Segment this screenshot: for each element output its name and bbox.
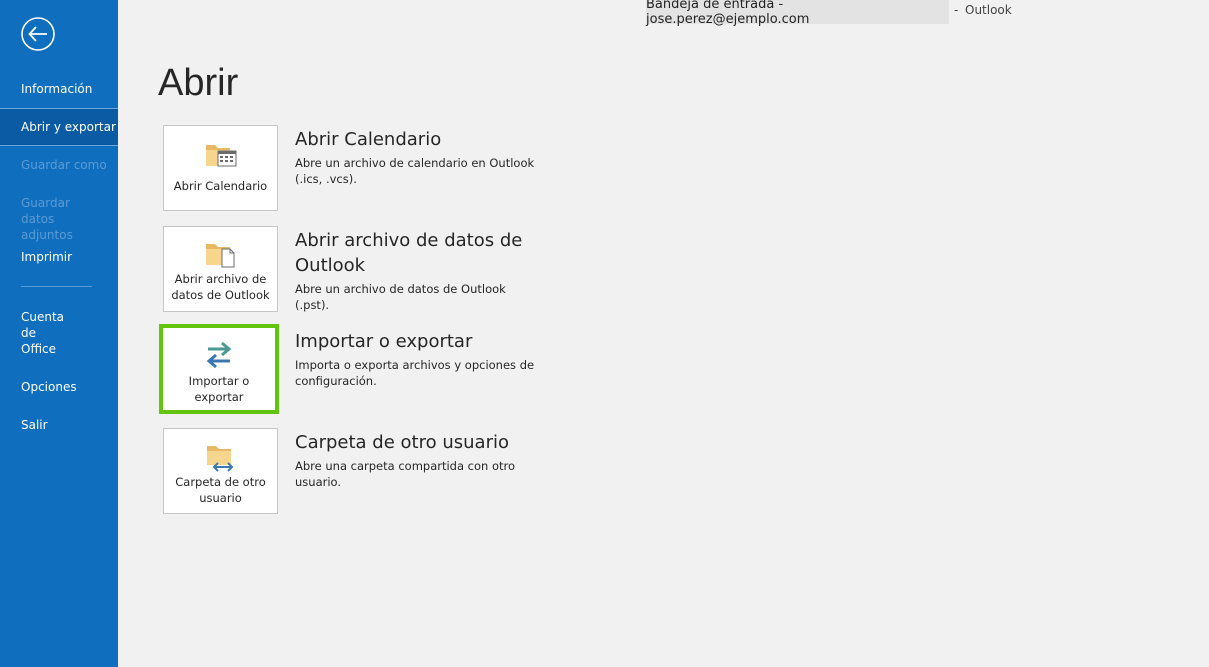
- option-description: Abre un archivo de datos de Outlook (.ps…: [295, 282, 506, 312]
- title-separator: -: [954, 3, 959, 17]
- sidebar-item-imprimir[interactable]: Imprimir: [0, 249, 118, 265]
- tile-label: Importar o exportar: [188, 374, 250, 404]
- shared-folder-icon: [204, 443, 238, 477]
- option-heading: Importar o exportar: [295, 331, 473, 352]
- open-calendar-button[interactable]: Abrir Calendario: [163, 125, 278, 211]
- tile-label: Carpeta de otro usuario: [175, 475, 266, 505]
- sidebar-item-guardar-adjuntos: Guardar datos adjuntos: [21, 196, 73, 242]
- sidebar-item-salir[interactable]: Salir: [0, 417, 118, 433]
- sidebar-divider: [21, 286, 92, 287]
- account-title: Bandeja de entrada - jose.perez@ejemplo.…: [646, 0, 949, 27]
- folder-document-icon: [204, 239, 238, 273]
- open-data-file-button[interactable]: Abrir archivo de datos de Outlook: [163, 226, 278, 312]
- option-heading: Abrir archivo de datos de Outlook: [295, 230, 523, 276]
- option-description: Abre una carpeta compartida con otro usu…: [295, 459, 516, 489]
- back-arrow-icon[interactable]: [20, 16, 56, 52]
- sidebar-item-label: Abrir y exportar: [21, 120, 116, 134]
- folder-calendar-icon: [204, 140, 238, 172]
- sidebar-item-abrir-exportar[interactable]: Abrir y exportar: [0, 108, 118, 146]
- tile-label: Abrir Calendario: [173, 179, 268, 193]
- option-heading: Carpeta de otro usuario: [295, 432, 509, 453]
- sidebar-item-cuenta-office[interactable]: Cuenta de Office: [0, 309, 70, 357]
- app-name: Outlook: [965, 3, 1012, 17]
- option-heading: Abrir Calendario: [295, 129, 442, 150]
- other-user-folder-button[interactable]: Carpeta de otro usuario: [163, 428, 278, 514]
- option-description: Abre un archivo de calendario en Outlook…: [295, 156, 535, 186]
- tile-label: Abrir archivo de datos de Outlook: [171, 272, 270, 302]
- backstage-sidebar: Información Abrir y exportar Guardar com…: [0, 0, 118, 667]
- page-title: Abrir: [158, 62, 239, 104]
- sidebar-item-informacion[interactable]: Información: [0, 81, 118, 97]
- import-export-arrows-icon: [204, 341, 234, 373]
- import-export-button[interactable]: Importar o exportar: [159, 324, 279, 414]
- option-description: Importa o exporta archivos y opciones de…: [295, 358, 535, 388]
- sidebar-item-guardar-como: Guardar como: [21, 158, 107, 172]
- sidebar-item-opciones[interactable]: Opciones: [0, 379, 118, 395]
